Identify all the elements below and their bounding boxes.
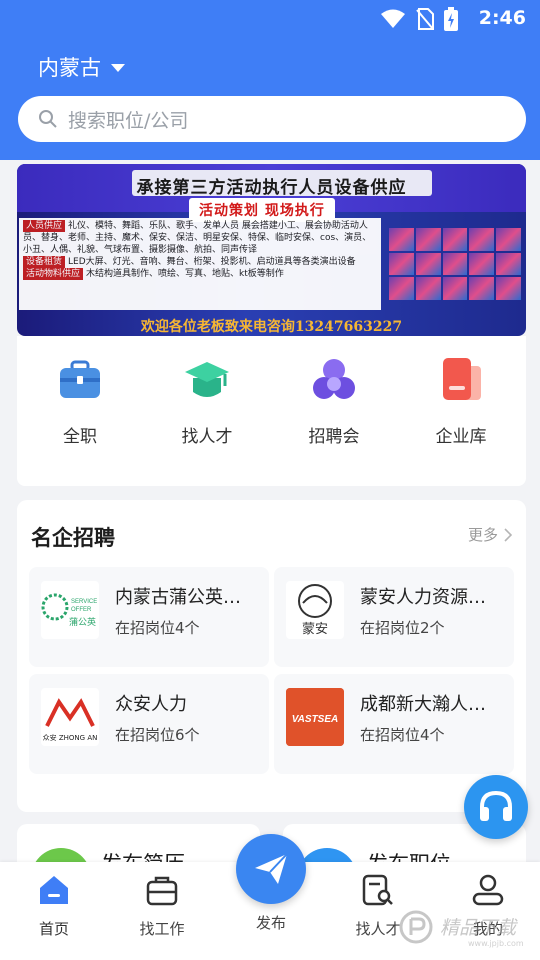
banner-section-text: 木结构道具制作、喷绘、写真、地贴、kt板等制作 (86, 269, 284, 279)
svg-text:蒲公英: 蒲公英 (69, 616, 96, 628)
city-selector[interactable]: 内蒙古 (38, 52, 125, 82)
watermark-text: 精品下载 (440, 917, 517, 939)
svg-text:VASTSEA: VASTSEA (292, 714, 339, 725)
wifi-icon (381, 9, 405, 28)
category-label: 企业库 (435, 427, 487, 447)
banner-section: 设备租赁 LED大屏、灯光、音响、舞台、桁架、投影机、启动道具等各类演出设备 (23, 256, 377, 268)
company-job-count: 在招岗位4个 (115, 619, 200, 637)
company-logo: 众安 ZHONG AN (41, 688, 99, 746)
svg-text:蒙安: 蒙安 (302, 622, 328, 637)
zhongan-logo-icon: 众安 ZHONG AN (43, 698, 98, 742)
search-icon (39, 110, 57, 128)
banner-services: 人员供应 礼仪、模特、舞蹈、乐队、歌手、发单人员 展会搭建小工、展会协助活动人员、… (19, 218, 381, 310)
company-logo: 蒙安 (286, 581, 344, 639)
category-fulltime[interactable]: 全职 (30, 356, 130, 447)
header: 2:46 内蒙古 搜索职位/公司 (0, 0, 540, 160)
company-card-icon (443, 358, 481, 400)
more-label: 更多 (467, 526, 498, 544)
category-label: 招聘会 (308, 427, 360, 447)
search-bar[interactable]: 搜索职位/公司 (18, 96, 526, 142)
city-label: 内蒙古 (38, 56, 101, 80)
mengan-logo-icon: 蒙安 (298, 584, 332, 637)
company-job-count: 在招岗位2个 (360, 619, 445, 637)
category-talent[interactable]: 找人才 (157, 356, 257, 447)
svg-text:众安 ZHONG AN: 众安 ZHONG AN (43, 733, 98, 742)
vastsea-logo-icon: VASTSEA (286, 688, 344, 746)
banner-tag: 人员供应 (23, 220, 66, 232)
company-job-count: 在招岗位6个 (115, 726, 200, 744)
headset-icon (480, 790, 512, 821)
more-link[interactable]: 更多 (468, 524, 512, 545)
status-icons (380, 7, 458, 31)
status-bar: 2:46 (0, 0, 540, 38)
category-label: 找人才 (181, 427, 233, 447)
banner-tag: 活动物料供应 (23, 268, 84, 280)
battery-charging-icon (444, 7, 458, 31)
category-label: 全职 (63, 427, 97, 447)
no-sim-icon (416, 8, 434, 30)
search-placeholder: 搜索职位/公司 (68, 109, 189, 132)
category-grid: 全职 找人才 招聘会 企业库 (17, 336, 526, 486)
category-company-library[interactable]: 企业库 (411, 356, 511, 447)
briefcase-outline-icon (146, 876, 178, 906)
publish-label: 发布 (255, 914, 286, 932)
category-jobfair[interactable]: 招聘会 (284, 356, 384, 447)
company-logo: SERVICE OFFER 蒲公英 (41, 581, 99, 639)
watermark: 精品下载 www.jpjb.com (398, 905, 538, 955)
company-job-count: 在招岗位4个 (360, 726, 445, 744)
banner-footer: 欢迎各位老板致来电咨询13247663227 (140, 319, 403, 335)
company-card[interactable]: SERVICE OFFER 蒲公英 内蒙古蒲公英服务有限公司 在招岗位4个 (29, 567, 269, 667)
watermark-logo-icon (399, 910, 433, 944)
home-icon (40, 876, 68, 904)
svg-text:SERVICE: SERVICE (71, 599, 97, 605)
publish-button[interactable] (236, 834, 306, 904)
resume-search-icon (362, 874, 393, 906)
tab-label: 找工作 (139, 920, 185, 938)
company-name: 内蒙古蒲公英服务有限公司 (115, 587, 255, 608)
banner-section-text: LED大屏、灯光、音响、舞台、桁架、投影机、启动道具等各类演出设备 (68, 257, 356, 267)
company-card[interactable]: 蒙安 蒙安人力资源服务有限公司 在招岗位2个 (274, 567, 514, 667)
svg-text:OFFER: OFFER (71, 607, 92, 613)
banner-section: 人员供应 礼仪、模特、舞蹈、乐队、歌手、发单人员 展会搭建小工、展会协助活动人员、… (23, 220, 377, 256)
famous-companies-section: 名企招聘 更多 SERVICE OFFER 蒲公英 内蒙古蒲公英服务有限公司 在… (17, 500, 526, 812)
paper-plane-icon (255, 853, 288, 884)
watermark-url: www.jpjb.com (468, 939, 524, 948)
briefcase-icon (60, 360, 100, 398)
tab-home[interactable]: 首页 (14, 872, 94, 939)
caret-down-icon (111, 64, 125, 72)
banner-section: 活动物料供应 木结构道具制作、喷绘、写真、地贴、kt板等制作 (23, 268, 377, 280)
user-icon (472, 874, 504, 906)
banner-title: 承接第三方活动执行人员设备供应 (136, 178, 407, 198)
company-card[interactable]: VASTSEA 成都新大瀚人力资源 在招岗位4个 (274, 674, 514, 774)
company-name: 成都新大瀚人力资源 (360, 694, 500, 715)
customer-service-button[interactable] (464, 775, 528, 839)
chevron-right-icon (504, 527, 512, 542)
tab-find-job[interactable]: 找工作 (122, 872, 202, 939)
promo-banner[interactable]: 承接第三方活动执行人员设备供应 活动策划 现场执行 人员供应 礼仪、模特、舞蹈、乐… (17, 164, 526, 336)
tab-label: 首页 (38, 920, 69, 938)
company-name: 众安人力 (115, 694, 187, 715)
graduation-cap-icon (185, 362, 229, 397)
company-name: 蒙安人力资源服务有限公司 (360, 587, 500, 608)
banner-section-text: 礼仪、模特、舞蹈、乐队、歌手、发单人员 展会搭建小工、展会协助活动人员、替身、老… (23, 221, 372, 255)
section-title: 名企招聘 (31, 526, 115, 550)
status-time: 2:46 (478, 7, 526, 29)
banner-photo-grid (389, 228, 521, 300)
company-logo: VASTSEA (286, 688, 344, 746)
banner-tag: 设备租赁 (23, 256, 66, 268)
company-card[interactable]: 众安 ZHONG AN 众安人力 在招岗位6个 (29, 674, 269, 774)
fair-icon (313, 359, 355, 399)
dandelion-logo-icon: SERVICE OFFER 蒲公英 (41, 593, 97, 628)
